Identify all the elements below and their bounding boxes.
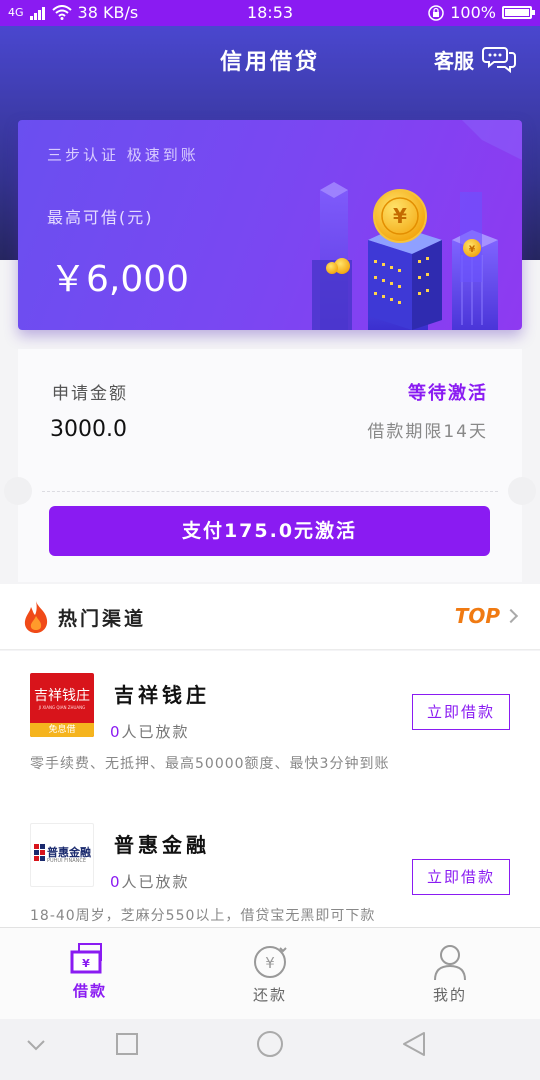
hero-tagline: 三步认证 极速到账 — [47, 146, 199, 164]
bottom-tab-bar: ¥ 借款 ¥ 还款 我的 — [0, 927, 540, 1019]
lent-suffix: 人已放款 — [121, 873, 190, 891]
jixiang-logo-text: 吉祥钱庄 — [34, 688, 90, 704]
ticket-notch-left — [4, 477, 32, 505]
max-borrow-amount: ￥6,000 — [50, 259, 190, 300]
tab-label: 还款 — [252, 986, 287, 1004]
jixiang-logo-badge: 免息借 — [30, 723, 94, 737]
battery-icon — [502, 6, 535, 19]
svg-text:¥: ¥ — [469, 245, 476, 255]
chevron-right-icon — [503, 608, 519, 624]
credit-limit-card: 三步认证 极速到账 最高可借(元) ￥6,000 ¥ ¥ — [18, 120, 522, 330]
hot-channels-header: 热门渠道 TOP — [0, 584, 540, 650]
lent-count: 0 — [110, 723, 122, 741]
home-icon[interactable] — [256, 1030, 284, 1058]
puhui-logo: 普惠金融 PUHUI FINANCE — [30, 823, 94, 887]
rotation-lock-icon — [428, 4, 444, 21]
tab-mine[interactable]: 我的 — [360, 928, 540, 1020]
customer-service-label: 客服 — [434, 48, 474, 73]
fire-icon — [24, 601, 48, 633]
borrow-now-button[interactable]: 立即借款 — [412, 859, 510, 895]
top-label: TOP — [454, 604, 500, 628]
lent-count: 0 — [110, 873, 122, 891]
ticket-divider — [42, 491, 498, 492]
hot-channels-title: 热门渠道 — [58, 608, 147, 630]
jixiang-logo: 吉祥钱庄 JI XIANG QIAN ZHUANG 免息借 — [30, 673, 94, 737]
chat-bubble-icon — [482, 47, 516, 74]
ticket-notch-right — [508, 477, 536, 505]
max-borrow-label: 最高可借(元) — [47, 208, 154, 227]
nav-collapse-icon[interactable] — [26, 1039, 46, 1051]
lent-count-text: 0人已放款 — [110, 871, 190, 892]
jixiang-logo-sub: JI XIANG QIAN ZHUANG — [38, 705, 86, 710]
recent-apps-icon[interactable] — [116, 1033, 138, 1055]
repay-icon: ¥ — [254, 946, 287, 978]
application-card: 申请金额 等待激活 3000.0 借款期限14天 支付175.0元激活 — [4, 349, 536, 582]
top-ranking-link[interactable]: TOP — [454, 604, 519, 628]
battery-percent: 100% — [450, 3, 496, 22]
puhui-logo-mark — [34, 844, 45, 861]
tab-loan[interactable]: ¥ 借款 — [0, 928, 180, 1020]
pay-activate-button[interactable]: 支付175.0元激活 — [49, 506, 490, 556]
tab-label: 借款 — [72, 982, 107, 1000]
channel-description: 18-40周岁，芝麻分550以上，借贷宝无黑即可下款 — [30, 908, 376, 924]
puhui-logo-sub: PUHUI FINANCE — [47, 858, 87, 864]
channel-description: 零手续费、无抵押、最高50000额度、最快3分钟到账 — [30, 756, 390, 772]
tab-repay[interactable]: ¥ 还款 — [180, 928, 360, 1020]
channel-name: 吉祥钱庄 — [114, 683, 210, 707]
tab-label: 我的 — [432, 986, 467, 1004]
lent-suffix: 人已放款 — [121, 723, 190, 741]
customer-service-button[interactable]: 客服 — [434, 44, 516, 74]
list-item: 吉祥钱庄 JI XIANG QIAN ZHUANG 免息借 吉祥钱庄 0人已放款… — [0, 651, 540, 801]
borrow-now-button[interactable]: 立即借款 — [412, 694, 510, 730]
back-icon[interactable] — [402, 1031, 426, 1057]
apply-amount-value: 3000.0 — [50, 417, 127, 442]
channel-name: 普惠金融 — [114, 833, 210, 857]
system-nav-bar — [0, 1019, 540, 1080]
lent-count-text: 0人已放款 — [110, 721, 190, 742]
activation-status: 等待激活 — [408, 383, 488, 404]
profile-icon — [434, 945, 466, 981]
loan-icon: ¥ — [70, 943, 102, 974]
city-coin-illustration: ¥ ¥ — [312, 120, 522, 330]
svg-text:¥: ¥ — [393, 204, 407, 228]
svg-text:¥: ¥ — [265, 954, 275, 972]
status-bar: 4G 38 KB/s 18:53 100% — [0, 0, 540, 26]
loan-term: 借款期限14天 — [367, 422, 488, 442]
apply-amount-label: 申请金额 — [52, 384, 128, 404]
svg-text:¥: ¥ — [82, 957, 90, 970]
list-item: 普惠金融 PUHUI FINANCE 普惠金融 0人已放款 立即借款 18-40… — [0, 801, 540, 927]
channel-list: 吉祥钱庄 JI XIANG QIAN ZHUANG 免息借 吉祥钱庄 0人已放款… — [0, 651, 540, 927]
